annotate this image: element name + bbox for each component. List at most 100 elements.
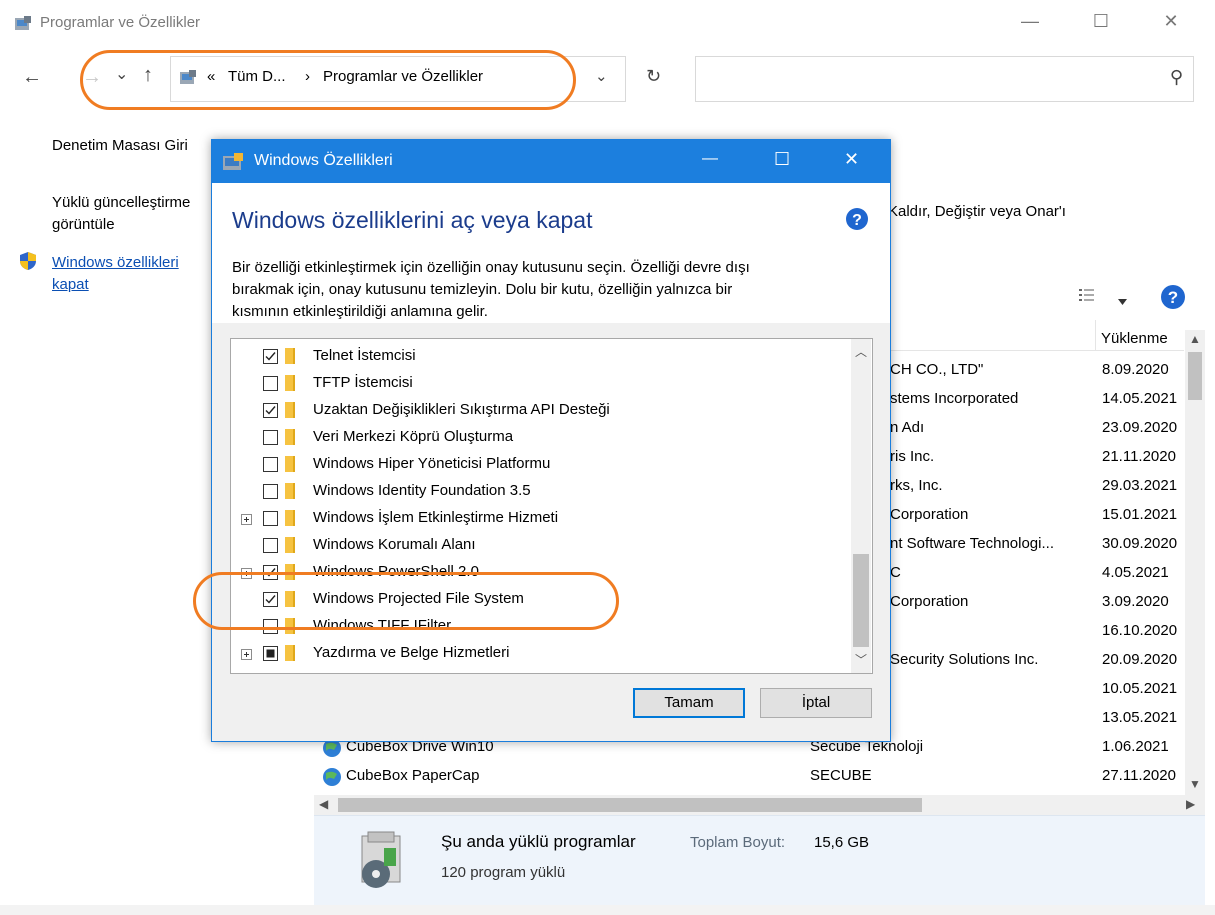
refresh-button[interactable]: ↻ — [646, 66, 661, 87]
scroll-left-icon[interactable]: ◀ — [319, 797, 328, 811]
status-size-value: 15,6 GB — [814, 834, 870, 851]
feature-row[interactable]: Veri Merkezi Köprü Oluşturma — [231, 424, 851, 451]
folder-icon — [285, 429, 295, 445]
feature-checkbox[interactable] — [263, 484, 278, 499]
intro-text: Kaldır, Değiştir veya Onar'ı — [888, 203, 1066, 220]
program-install-date: 14.05.2021 — [1102, 390, 1178, 407]
address-highlight — [80, 50, 576, 110]
program-publisher: rks, Inc. — [890, 477, 943, 494]
program-install-date: 3.09.2020 — [1102, 593, 1169, 610]
program-publisher: ris Inc. — [890, 448, 935, 465]
program-publisher: Security Solutions Inc. — [890, 651, 1039, 668]
table-row[interactable]: CubeBox PaperCap SECUBE 27.11.2020 — [314, 762, 1184, 791]
list-horizontal-scrollbar[interactable]: ◀ ▶ — [314, 795, 1205, 815]
view-dropdown-icon[interactable] — [1118, 292, 1127, 309]
dialog-titlebar[interactable]: Windows Özellikleri — ☐ ✕ — [212, 140, 890, 183]
cancel-button[interactable]: İptal — [760, 688, 872, 718]
program-install-date: 21.11.2020 — [1102, 448, 1176, 465]
folder-icon — [285, 537, 295, 553]
help-icon[interactable]: ? — [1160, 284, 1186, 314]
program-install-date: 4.05.2021 — [1102, 564, 1169, 581]
feature-row[interactable]: Telnet İstemcisi — [231, 343, 851, 370]
feature-label: Windows Korumalı Alanı — [313, 536, 476, 553]
folder-icon — [285, 456, 295, 472]
feature-label: Telnet İstemcisi — [313, 347, 416, 364]
view-options-icon[interactable] — [1079, 288, 1095, 306]
feature-checkbox[interactable] — [263, 349, 278, 364]
program-publisher: CH CO., LTD" — [890, 361, 984, 378]
feature-checkbox[interactable] — [263, 403, 278, 418]
feature-row[interactable]: Windows Identity Foundation 3.5 — [231, 478, 851, 505]
feature-highlight — [193, 572, 619, 630]
feature-label: Windows İşlem Etkinleştirme Hizmeti — [313, 509, 559, 526]
feature-row[interactable]: Yazdırma ve Belge Hizmetleri — [231, 640, 851, 667]
dialog-maximize-button[interactable]: ☐ — [774, 149, 790, 170]
program-install-date: 27.11.2020 — [1102, 767, 1176, 784]
features-dialog: Windows Özellikleri — ☐ ✕ Windows özelli… — [211, 139, 891, 742]
folder-icon — [285, 348, 295, 364]
shield-icon — [18, 251, 38, 275]
tree-scroll-down-icon[interactable]: ﹀ — [855, 651, 867, 668]
tree-scroll-up-icon[interactable]: ︿ — [855, 343, 867, 360]
back-button[interactable]: ← — [22, 66, 42, 89]
program-publisher: nt Software Technologi... — [890, 535, 1054, 552]
feature-checkbox[interactable] — [263, 457, 278, 472]
scroll-up-icon[interactable]: ▲ — [1189, 332, 1201, 346]
folder-icon — [285, 483, 295, 499]
window-icon — [14, 15, 32, 37]
feature-label: Yazdırma ve Belge Hizmetleri — [313, 644, 510, 661]
expand-icon[interactable] — [241, 649, 252, 660]
program-install-date: 10.05.2021 — [1102, 680, 1178, 697]
feature-row[interactable]: Windows Hiper Yöneticisi Platformu — [231, 451, 851, 478]
dialog-description-line1: Bir özelliği etkinleştirmek için özelliğ… — [232, 259, 750, 276]
hscroll-thumb[interactable] — [338, 798, 922, 812]
dialog-description-line3: kısmının etkinleştirildiği anlamına geli… — [232, 303, 488, 320]
tree-scroll-thumb[interactable] — [853, 554, 869, 647]
sidebar-features-link-line1[interactable]: Windows özellikleri — [52, 254, 179, 271]
scroll-right-icon[interactable]: ▶ — [1186, 797, 1195, 811]
feature-checkbox[interactable] — [263, 430, 278, 445]
program-install-date: 8.09.2020 — [1102, 361, 1169, 378]
scroll-down-icon[interactable]: ▼ — [1189, 777, 1201, 791]
svg-text:?: ? — [1168, 288, 1178, 307]
sidebar-updates-link-line2[interactable]: görüntüle — [52, 216, 115, 233]
dialog-minimize-button[interactable]: — — [702, 150, 718, 168]
feature-row[interactable]: Uzaktan Değişiklikleri Sıkıştırma API De… — [231, 397, 851, 424]
feature-row[interactable]: Windows İşlem Etkinleştirme Hizmeti — [231, 505, 851, 532]
feature-row[interactable]: TFTP İstemcisi — [231, 370, 851, 397]
feature-checkbox[interactable] — [263, 376, 278, 391]
tree-vertical-scrollbar[interactable]: ︿ ﹀ — [851, 339, 871, 673]
address-dropdown-button[interactable]: ⌄ — [595, 67, 608, 85]
sidebar-updates-link-line1[interactable]: Yüklü güncelleştirme — [52, 194, 190, 211]
feature-checkbox[interactable] — [263, 511, 278, 526]
sidebar-home-link[interactable]: Denetim Masası Giri — [52, 137, 188, 154]
feature-checkbox[interactable] — [263, 538, 278, 553]
window-bottom-edge — [0, 905, 1215, 915]
minimize-button[interactable]: — — [1015, 10, 1045, 32]
program-publisher: n Adı — [890, 419, 925, 436]
program-publisher: stems Incorporated — [890, 390, 1019, 407]
dialog-help-icon[interactable]: ? — [845, 207, 869, 235]
folder-icon — [285, 510, 295, 526]
program-install-date: 20.09.2020 — [1102, 651, 1178, 668]
list-vertical-scrollbar[interactable]: ▲ ▼ — [1185, 330, 1205, 795]
maximize-button[interactable]: ☐ — [1086, 10, 1116, 32]
feature-label: TFTP İstemcisi — [313, 374, 413, 391]
expand-icon[interactable] — [241, 514, 252, 525]
sidebar-features-link-line2[interactable]: kapat — [52, 276, 89, 293]
program-install-date: 15.01.2021 — [1102, 506, 1178, 523]
status-title: Şu anda yüklü programlar — [441, 832, 636, 851]
col-header-installed-on[interactable]: Yüklenme — [1095, 320, 1186, 350]
program-publisher: C — [890, 564, 901, 581]
search-input[interactable]: ⚲ — [695, 56, 1194, 102]
dialog-header-area: Windows özelliklerini aç veya kapat ? Bi… — [212, 183, 890, 323]
feature-checkbox[interactable] — [263, 646, 278, 661]
dialog-close-button[interactable]: ✕ — [844, 149, 859, 170]
scroll-thumb[interactable] — [1188, 352, 1202, 400]
program-install-date: 30.09.2020 — [1102, 535, 1178, 552]
close-button[interactable]: ✕ — [1156, 10, 1186, 32]
program-install-date: 13.05.2021 — [1102, 709, 1178, 726]
feature-row[interactable]: Windows Korumalı Alanı — [231, 532, 851, 559]
folder-icon — [285, 375, 295, 391]
ok-button[interactable]: Tamam — [633, 688, 745, 718]
